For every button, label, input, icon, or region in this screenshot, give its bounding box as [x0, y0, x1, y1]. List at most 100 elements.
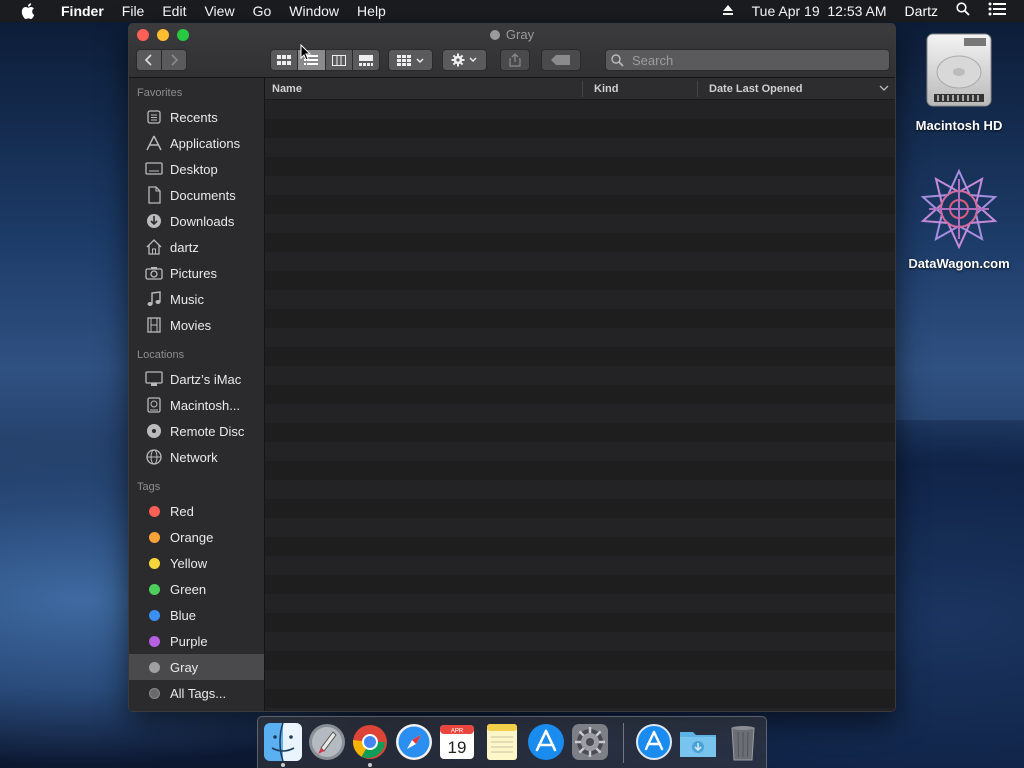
edit-tags-button[interactable] — [541, 49, 581, 71]
menu-view[interactable]: View — [195, 0, 243, 22]
sidebar-item-documents[interactable]: Documents — [129, 182, 264, 208]
sidebar-tag-blue[interactable]: Blue — [129, 602, 264, 628]
column-view-icon — [331, 54, 346, 66]
eject-icon[interactable] — [716, 0, 740, 22]
spotlight-search-icon[interactable] — [950, 0, 976, 22]
dock-calendar-icon[interactable]: APR 19 — [437, 722, 477, 762]
back-button[interactable] — [137, 50, 161, 70]
search-field[interactable] — [605, 49, 890, 71]
menu-help[interactable]: Help — [348, 0, 395, 22]
dock-system-preferences-icon[interactable] — [570, 722, 610, 762]
sidebar-all-tags[interactable]: All Tags... — [129, 680, 264, 706]
sidebar-item-label: Network — [170, 449, 218, 465]
sidebar-section-tags: Tags — [137, 481, 161, 493]
search-input[interactable] — [630, 51, 884, 69]
sidebar-item-applications[interactable]: Applications — [129, 130, 264, 156]
share-button[interactable] — [500, 49, 530, 71]
sidebar-tag-purple[interactable]: Purple — [129, 628, 264, 654]
action-menu-button[interactable] — [442, 49, 487, 71]
menu-go[interactable]: Go — [244, 0, 281, 22]
gallery-view-button[interactable] — [351, 50, 379, 70]
notification-center-icon[interactable] — [982, 0, 1012, 22]
sidebar-item-imac[interactable]: Dartz’s iMac — [129, 366, 264, 392]
column-view-button[interactable] — [324, 50, 352, 70]
desktop-icon-macintosh-hd[interactable]: Macintosh HD — [904, 32, 1014, 133]
column-divider[interactable] — [697, 81, 698, 97]
sidebar-section-locations: Locations — [137, 349, 185, 361]
menu-edit[interactable]: Edit — [153, 0, 195, 22]
dock-separator — [623, 723, 624, 763]
dock-safari-icon[interactable] — [394, 722, 434, 762]
menu-file[interactable]: File — [113, 0, 154, 22]
sidebar-item-dartz[interactable]: dartz — [129, 234, 264, 260]
sidebar-tag-green[interactable]: Green — [129, 576, 264, 602]
hard-drive-icon — [924, 32, 994, 110]
sort-chevron-down-icon[interactable] — [879, 78, 889, 100]
sidebar-item-macintosh-hd[interactable]: Macintosh... — [129, 392, 264, 418]
group-icon — [396, 54, 423, 66]
sidebar-item-label: Dartz’s iMac — [170, 371, 242, 387]
movies-icon — [145, 316, 163, 334]
datawagon-icon — [914, 168, 1004, 250]
dock-finder-icon[interactable] — [263, 722, 303, 762]
dock: APR 19 — [257, 716, 767, 768]
sidebar-tag-orange[interactable]: Orange — [129, 524, 264, 550]
desktop-icon-datawagon[interactable]: DataWagon.com — [904, 168, 1014, 271]
sidebar-item-label: Gray — [170, 659, 199, 675]
dock-app-store-icon[interactable] — [526, 722, 566, 762]
forward-button[interactable] — [161, 50, 186, 70]
dock-app-store-downloads-icon[interactable] — [634, 722, 674, 762]
sidebar-item-label: Applications — [170, 135, 241, 151]
sidebar-item-label: Purple — [170, 633, 208, 649]
sidebar-item-label: Green — [170, 581, 207, 597]
dock-downloads-folder-icon[interactable] — [678, 722, 718, 762]
sidebar-item-network[interactable]: Network — [129, 444, 264, 470]
gray-tag-dot-icon — [489, 30, 500, 40]
downloads-icon — [145, 212, 163, 230]
sidebar-item-pictures[interactable]: Pictures — [129, 260, 264, 286]
gray-tag-icon — [148, 661, 160, 673]
sidebar-item-desktop[interactable]: Desktop — [129, 156, 264, 182]
running-indicator — [368, 763, 372, 767]
dock-trash-icon[interactable] — [723, 722, 763, 762]
column-header: Name Kind Date Last Opened — [265, 78, 895, 100]
menu-user[interactable]: Dartz — [899, 0, 944, 22]
column-divider[interactable] — [582, 81, 583, 97]
menu-app-name[interactable]: Finder — [52, 0, 113, 22]
desktop-icon-label: DataWagon.com — [908, 256, 1010, 271]
menu-window[interactable]: Window — [280, 0, 348, 22]
file-list: Name Kind Date Last Opened — [265, 78, 895, 711]
column-header-name[interactable]: Name — [272, 78, 302, 100]
dock-notes-icon[interactable] — [482, 722, 522, 762]
sidebar: Favorites Recents Applications Desktop D… — [129, 78, 265, 711]
sidebar-item-music[interactable]: Music — [129, 286, 264, 312]
window-titlebar: Gray — [129, 24, 895, 78]
menu-clock[interactable]: Tue Apr 19 12:53 AM — [746, 0, 893, 22]
gear-icon — [451, 53, 476, 67]
window-title-text: Gray — [505, 27, 535, 42]
sidebar-tag-yellow[interactable]: Yellow — [129, 550, 264, 576]
disc-icon — [145, 422, 163, 440]
sidebar-tag-red[interactable]: Red — [129, 498, 264, 524]
sidebar-item-label: Pictures — [170, 265, 217, 281]
desktop-icon-label: Macintosh HD — [915, 118, 1003, 133]
column-header-date-last-opened[interactable]: Date Last Opened — [709, 78, 803, 100]
sidebar-item-downloads[interactable]: Downloads — [129, 208, 264, 234]
sidebar-item-remote-disc[interactable]: Remote Disc — [129, 418, 264, 444]
group-by-button[interactable] — [388, 49, 433, 71]
sidebar-tag-gray[interactable]: Gray — [129, 654, 264, 680]
column-header-kind[interactable]: Kind — [594, 78, 618, 100]
sidebar-item-label: Macintosh... — [170, 397, 241, 413]
dock-chrome-icon[interactable] — [350, 722, 390, 762]
all-tags-icon — [148, 687, 160, 699]
tag-icon — [551, 55, 570, 65]
apple-menu-icon[interactable] — [20, 2, 36, 20]
sidebar-item-movies[interactable]: Movies — [129, 312, 264, 338]
dock-launchpad-icon[interactable] — [307, 722, 347, 762]
file-rows-empty[interactable] — [265, 100, 895, 711]
share-icon — [509, 53, 521, 67]
sidebar-item-label: Documents — [170, 187, 236, 203]
purple-tag-icon — [148, 635, 160, 647]
sidebar-item-recents[interactable]: Recents — [129, 104, 264, 130]
icon-view-button[interactable] — [271, 50, 297, 70]
